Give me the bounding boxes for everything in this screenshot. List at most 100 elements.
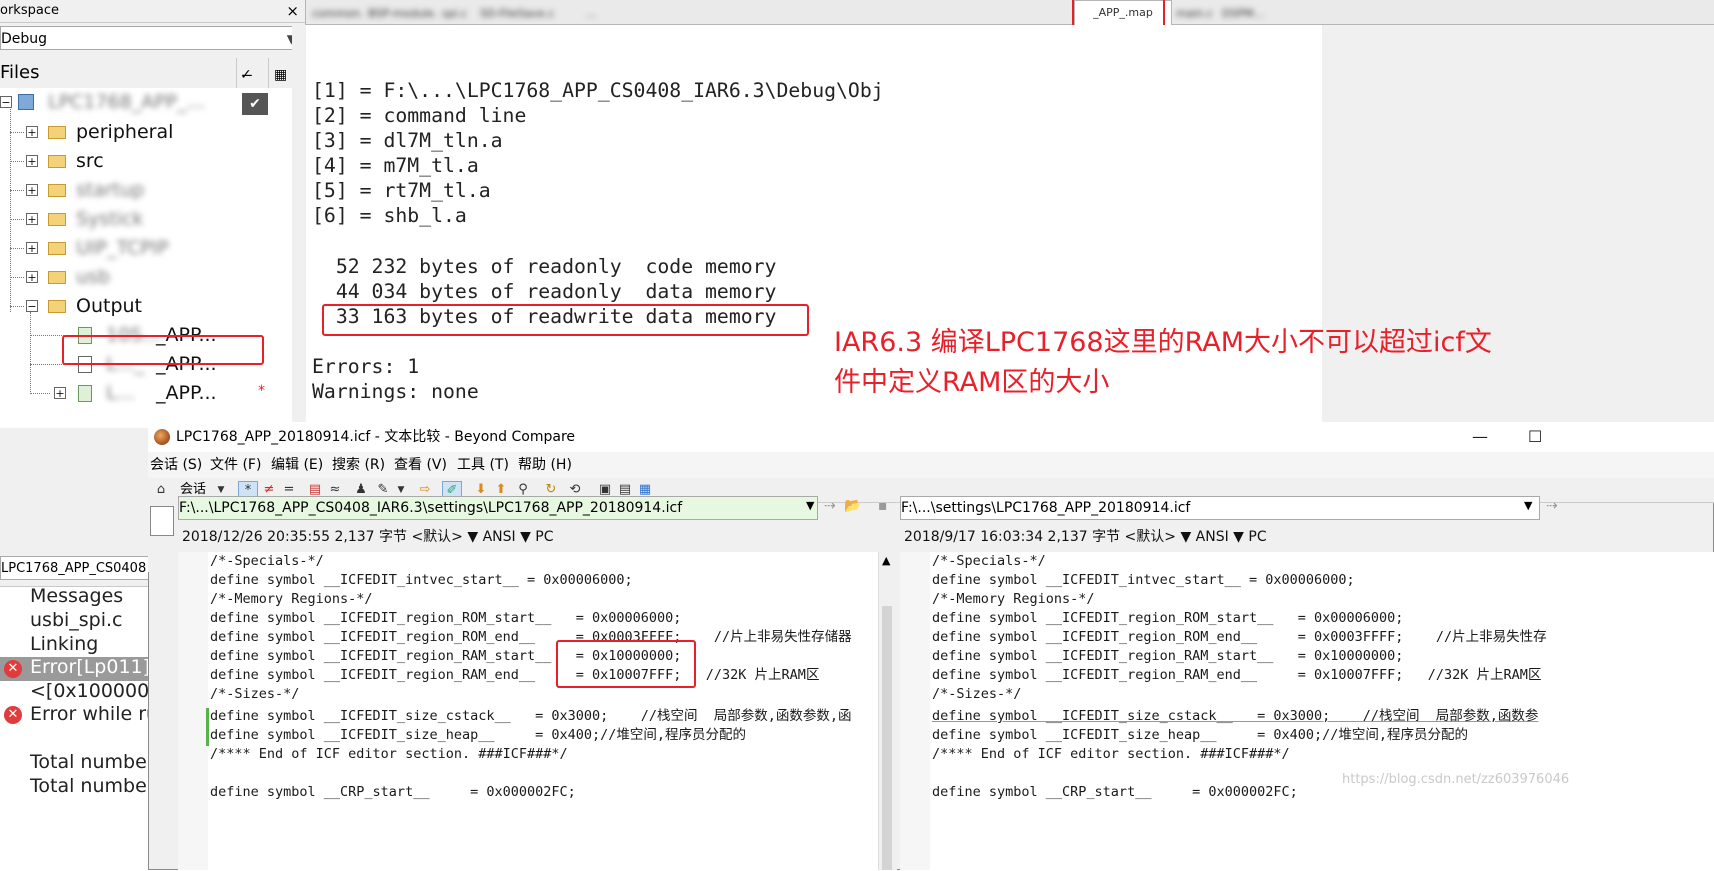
tree-folder-usb[interactable]: + usb bbox=[0, 263, 305, 292]
chevron-down-icon[interactable]: ▼ bbox=[1524, 499, 1532, 512]
expand-icon[interactable]: + bbox=[54, 387, 66, 399]
map-line: 52 232 bytes of readonly code memory bbox=[312, 255, 777, 278]
browse-right-icon[interactable]: ⇢ bbox=[1546, 498, 1558, 514]
minimize-button[interactable]: — bbox=[1472, 422, 1488, 452]
code-line: define symbol __ICFEDIT_region_ROM_end__… bbox=[932, 629, 1547, 645]
watermark: https://blog.csdn.net/zz603976046 bbox=[1342, 772, 1570, 787]
menu-edit[interactable]: 编辑 (E) bbox=[271, 452, 323, 478]
annotation-line-2: 件中定义RAM区的大小 bbox=[834, 367, 1110, 398]
folder-icon bbox=[48, 300, 66, 313]
configuration-value: Debug bbox=[1, 31, 48, 47]
code-line: define symbol __ICFEDIT_region_ROM_start… bbox=[210, 610, 682, 626]
chevron-down-icon[interactable]: ▼ bbox=[806, 499, 814, 512]
menu-session[interactable]: 会话 (S) bbox=[150, 452, 202, 478]
home-icon[interactable]: ⌂ bbox=[152, 481, 170, 499]
menu-tools[interactable]: 工具 (T) bbox=[457, 452, 509, 478]
tree-item-label: _APP... bbox=[156, 382, 217, 404]
expand-icon[interactable]: + bbox=[26, 126, 38, 138]
scroll-up-icon[interactable]: ▲ bbox=[882, 554, 890, 567]
tree-folder-peripheral[interactable]: + peripheral bbox=[0, 118, 305, 147]
close-icon[interactable]: × bbox=[286, 0, 299, 22]
map-file-highlight bbox=[62, 335, 264, 365]
tree-folder-uip[interactable]: + UIP_TCPIP bbox=[0, 234, 305, 263]
save-icon[interactable]: ▪ bbox=[878, 498, 888, 514]
tree-folder-output[interactable]: − Output bbox=[0, 292, 305, 321]
tab-spi[interactable]: spi.c bbox=[442, 4, 476, 24]
code-line: define symbol __ICFEDIT_size_cstack__ = … bbox=[932, 708, 1539, 724]
expand-icon[interactable]: + bbox=[26, 242, 38, 254]
code-line: define symbol __ICFEDIT_region_RAM_start… bbox=[932, 648, 1404, 664]
message-line[interactable]: Linking bbox=[30, 633, 98, 655]
expand-icon[interactable]: + bbox=[26, 184, 38, 196]
scroll-thumb[interactable] bbox=[882, 606, 892, 870]
tree-item-label: startup bbox=[76, 179, 145, 201]
tab-hidden[interactable]: ... bbox=[586, 4, 1066, 24]
message-line[interactable]: Error while ru bbox=[30, 703, 158, 725]
code-line: /*-Sizes-*/ bbox=[932, 686, 1022, 702]
debug-options-icon[interactable]: ▦ bbox=[274, 60, 287, 90]
ram-region-highlight bbox=[556, 640, 696, 688]
folder-icon bbox=[48, 126, 66, 139]
menu-search[interactable]: 搜索 (R) bbox=[332, 452, 385, 478]
left-file-info: 2018/12/26 20:35:55 2,137 字节 <默认> ▼ ANSI… bbox=[182, 529, 554, 545]
code-line: define symbol __ICFEDIT_size_cstack__ = … bbox=[210, 708, 852, 724]
open-folder-icon[interactable]: 📂 bbox=[844, 498, 861, 514]
expand-icon[interactable]: + bbox=[26, 271, 38, 283]
code-line: define symbol __ICFEDIT_size_heap__ = 0x… bbox=[932, 727, 1469, 743]
code-line: /*-Sizes-*/ bbox=[210, 686, 300, 702]
browse-left-icon[interactable]: ⇢ bbox=[824, 498, 836, 514]
menu-view[interactable]: 查看 (V) bbox=[394, 452, 447, 478]
tree-item-label: Systick bbox=[76, 208, 144, 230]
message-line[interactable]: usbi_spi.c bbox=[30, 609, 123, 631]
tree-folder-systick[interactable]: + Systick bbox=[0, 205, 305, 234]
map-line-warnings: Warnings: none bbox=[312, 380, 479, 403]
code-line: define symbol __CRP_start__ = 0x000002FC… bbox=[210, 784, 576, 800]
left-compare-pane[interactable]: /*-Specials-*/ define symbol __ICFEDIT_i… bbox=[178, 552, 878, 870]
right-file-info: 2018/9/17 16:03:34 2,137 字节 <默认> ▼ ANSI … bbox=[904, 529, 1267, 545]
code-line: define symbol __CRP_start__ = 0x000002FC… bbox=[932, 784, 1298, 800]
tree-folder-src[interactable]: + src bbox=[0, 147, 305, 176]
tab-sd-filesave[interactable]: SD-FileSave.c bbox=[480, 4, 570, 24]
right-compare-pane[interactable]: /*-Specials-*/ define symbol __ICFEDIT_i… bbox=[900, 552, 1714, 870]
workspace-tab-label: LPC1768_APP_CS0408 bbox=[1, 561, 147, 576]
expand-icon[interactable]: + bbox=[26, 155, 38, 167]
code-line: /**** End of ICF editor section. ###ICF#… bbox=[210, 746, 568, 762]
editor-tab-bar: common.h BSP-module.h spi.c SD-FileSave.… bbox=[306, 0, 1714, 26]
code-line: define symbol __ICFEDIT_size_heap__ = 0x… bbox=[210, 727, 747, 743]
tree-file-output-3[interactable]: + L... _APP... * bbox=[0, 379, 305, 408]
folder-icon bbox=[48, 271, 66, 284]
file-icon bbox=[78, 385, 92, 402]
files-label: Files bbox=[0, 62, 40, 83]
configuration-select[interactable]: Debug ▼ bbox=[0, 26, 303, 50]
tree-item-label: src bbox=[76, 150, 104, 172]
maximize-button[interactable]: ☐ bbox=[1528, 422, 1542, 452]
code-line: define symbol __ICFEDIT_region_RAM_end__… bbox=[932, 667, 1542, 683]
left-pane-scrollbar[interactable]: ▲ bbox=[878, 552, 897, 870]
tab-main[interactable]: main.c bbox=[1176, 4, 1216, 24]
map-line: [3] = dl7M_tln.a bbox=[312, 129, 503, 152]
folder-icon bbox=[48, 184, 66, 197]
tree-item-label: Output bbox=[76, 295, 142, 317]
build-status-icon[interactable]: ✓̶ bbox=[240, 60, 252, 90]
tab-dspm[interactable]: DSPM... bbox=[1222, 4, 1302, 24]
tab-common[interactable]: common.h bbox=[312, 4, 364, 24]
editor-scrollbar[interactable] bbox=[1322, 25, 1714, 437]
menu-help[interactable]: 帮助 (H) bbox=[518, 452, 572, 478]
left-path-input[interactable]: F:\...\LPC1768_APP_CS0408_IAR6.3\setting… bbox=[178, 496, 818, 520]
menu-file[interactable]: 文件 (F) bbox=[210, 452, 261, 478]
annotation-line-1: IAR6.3 编译LPC1768这里的RAM大小不可以超过icf文 bbox=[834, 327, 1492, 358]
code-line: define symbol __ICFEDIT_intvec_start__ =… bbox=[932, 572, 1355, 588]
tab-bsp-module[interactable]: BSP-module.h bbox=[368, 4, 438, 24]
folder-icon bbox=[48, 155, 66, 168]
collapse-icon[interactable]: − bbox=[26, 300, 38, 312]
tree-folder-startup[interactable]: + startup bbox=[0, 176, 305, 205]
message-line[interactable]: Total number bbox=[30, 775, 155, 797]
expand-icon[interactable]: + bbox=[26, 213, 38, 225]
map-file-editor[interactable]: [1] = F:\...\LPC1768_APP_CS0408_IAR6.3\D… bbox=[306, 25, 1322, 437]
message-line[interactable]: Total number bbox=[30, 751, 155, 773]
project-icon bbox=[18, 94, 34, 110]
collapse-icon[interactable]: − bbox=[0, 96, 12, 108]
left-path-text: F:\...\LPC1768_APP_CS0408_IAR6.3\setting… bbox=[179, 500, 683, 516]
code-line: /*-Memory Regions-*/ bbox=[932, 591, 1095, 607]
right-path-input[interactable]: F:\...\settings\LPC1768_APP_20180914.icf bbox=[900, 496, 1540, 520]
